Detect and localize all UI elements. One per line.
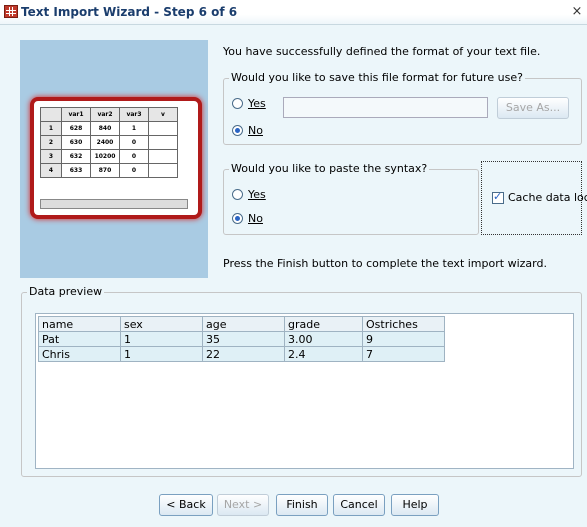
thumbnail-scrollbar	[40, 199, 188, 209]
next-button[interactable]: Next >	[217, 494, 269, 516]
paste-syntax-no-label: No	[248, 212, 263, 225]
table-cell: 22	[202, 346, 285, 362]
thumb-cell: 1	[119, 121, 149, 136]
cache-data-label: Cache data locally	[508, 191, 587, 204]
thumb-cell: 2	[40, 135, 62, 150]
column-header: name	[38, 316, 121, 332]
paste-syntax-yes-label: Yes	[248, 188, 266, 201]
radio-selected-icon	[232, 213, 243, 224]
data-preview-group: Data preview name sex age grade Ostriche…	[21, 285, 582, 477]
data-preview-grid[interactable]: name sex age grade Ostriches Pat 1 35 3.…	[35, 313, 574, 469]
table-row: Pat 1 35 3.00 9	[38, 331, 445, 347]
thumb-cell: 0	[119, 149, 149, 164]
radio-icon	[232, 98, 243, 109]
column-header: age	[202, 316, 285, 332]
thumb-header-cell: v	[148, 107, 178, 122]
column-header: sex	[120, 316, 203, 332]
table-cell: Pat	[38, 331, 121, 347]
data-preview-legend: Data preview	[27, 285, 105, 298]
table-cell: 1	[120, 346, 203, 362]
spss-app-icon	[4, 5, 18, 18]
thumbnail-table: var1 var2 var3 v 1 628 840 1 2 630 2400 …	[40, 107, 178, 178]
thumb-cell	[148, 135, 178, 150]
help-button[interactable]: Help	[391, 494, 439, 516]
window-title: Text Import Wizard - Step 6 of 6	[21, 5, 238, 19]
table-cell: Chris	[38, 346, 121, 362]
radio-selected-icon	[232, 125, 243, 136]
paste-syntax-legend: Would you like to paste the syntax?	[229, 162, 430, 175]
paste-syntax-yes-radio[interactable]: Yes	[232, 188, 266, 201]
thumb-cell: 1	[40, 121, 62, 136]
table-header-row: name sex age grade Ostriches	[38, 316, 445, 332]
thumb-cell: 633	[61, 163, 91, 178]
finish-button[interactable]: Finish	[276, 494, 328, 516]
table-cell: 9	[362, 331, 445, 347]
thumb-header-cell: var1	[61, 107, 91, 122]
text-import-wizard-window: Text Import Wizard - Step 6 of 6 × var1 …	[0, 0, 587, 527]
table-cell: 1	[120, 331, 203, 347]
thumb-header-cell: var2	[90, 107, 120, 122]
save-as-button[interactable]: Save As...	[497, 97, 569, 119]
data-preview-table: name sex age grade Ostriches Pat 1 35 3.…	[38, 316, 445, 362]
title-bar: Text Import Wizard - Step 6 of 6 ×	[0, 0, 587, 25]
checkbox-checked-icon	[492, 190, 504, 204]
column-header: grade	[284, 316, 363, 332]
cancel-button[interactable]: Cancel	[333, 494, 385, 516]
thumb-cell	[148, 149, 178, 164]
success-message: You have successfully defined the format…	[223, 45, 541, 58]
back-button[interactable]: < Back	[159, 494, 213, 516]
wizard-illustration: var1 var2 var3 v 1 628 840 1 2 630 2400 …	[20, 40, 208, 278]
finish-message: Press the Finish button to complete the …	[223, 257, 547, 270]
thumb-cell: 632	[61, 149, 91, 164]
thumb-cell: 630	[61, 135, 91, 150]
save-format-yes-label: Yes	[248, 97, 266, 110]
thumb-cell: 2400	[90, 135, 120, 150]
close-icon[interactable]: ×	[570, 4, 584, 19]
thumb-cell: 3	[40, 149, 62, 164]
save-format-yes-radio[interactable]: Yes	[232, 97, 266, 110]
paste-syntax-group: Would you like to paste the syntax?	[223, 162, 479, 235]
table-cell: 3.00	[284, 331, 363, 347]
thumb-cell: 0	[119, 135, 149, 150]
wizard-button-bar: < Back Next > Finish Cancel Help	[0, 483, 587, 527]
table-cell: 2.4	[284, 346, 363, 362]
radio-icon	[232, 189, 243, 200]
thumb-cell	[148, 121, 178, 136]
thumb-cell: 10200	[90, 149, 120, 164]
thumb-cell: 870	[90, 163, 120, 178]
thumb-cell: 628	[61, 121, 91, 136]
table-cell: 35	[202, 331, 285, 347]
thumb-cell: 0	[119, 163, 149, 178]
thumb-cell: 840	[90, 121, 120, 136]
save-format-filename-input[interactable]	[283, 97, 488, 118]
save-format-no-radio[interactable]: No	[232, 124, 263, 137]
paste-syntax-no-radio[interactable]: No	[232, 212, 263, 225]
column-header: Ostriches	[362, 316, 445, 332]
thumb-cell	[148, 163, 178, 178]
thumb-cell: 4	[40, 163, 62, 178]
save-format-no-label: No	[248, 124, 263, 137]
cache-data-checkbox[interactable]: Cache data locally	[481, 161, 587, 235]
thumb-header-cell	[40, 107, 62, 122]
spreadsheet-thumbnail: var1 var2 var3 v 1 628 840 1 2 630 2400 …	[30, 97, 202, 219]
thumb-header-cell: var3	[119, 107, 149, 122]
table-cell: 7	[362, 346, 445, 362]
save-format-legend: Would you like to save this file format …	[229, 71, 525, 84]
table-row: Chris 1 22 2.4 7	[38, 346, 445, 362]
